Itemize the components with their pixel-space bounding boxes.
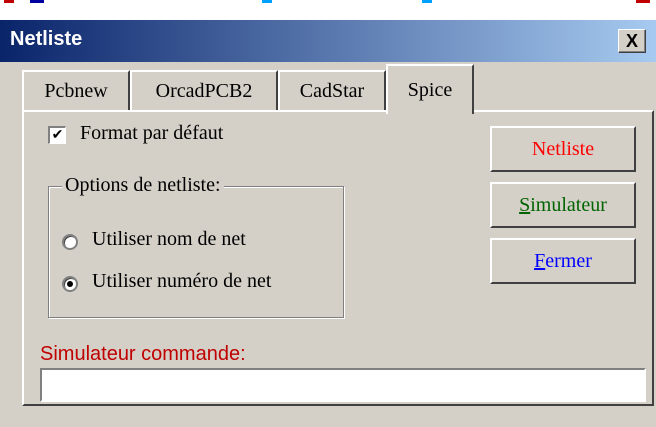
background-mark <box>262 0 272 3</box>
tab-spice[interactable]: Spice <box>386 64 474 114</box>
netlist-options-group <box>48 186 344 318</box>
default-format-label: Format par défaut <box>80 122 224 144</box>
checkmark-icon: ✔ <box>51 127 64 143</box>
fermer-button-label: Fermer <box>534 249 592 272</box>
netliste-button-label: Netliste <box>531 137 595 160</box>
tab-label: CadStar <box>299 79 365 102</box>
default-format-checkbox[interactable]: ✔ <box>48 126 66 144</box>
background-mark <box>4 0 14 3</box>
radio-dot-icon <box>67 281 73 287</box>
group-title: Options de netliste: <box>62 174 224 197</box>
simulateur-button-label: Simulateur <box>519 193 607 216</box>
window-title: Netliste <box>10 28 83 50</box>
fermer-button[interactable]: Fermer <box>490 238 636 284</box>
radio-net-name-label: Utiliser nom de net <box>92 228 246 250</box>
tab-cadstar[interactable]: CadStar <box>278 70 386 110</box>
tab-pcbnew[interactable]: Pcbnew <box>22 70 130 110</box>
tab-label: OrcadPCB2 <box>155 79 253 102</box>
simulator-command-label: Simulateur commande: <box>40 343 246 365</box>
background-mark <box>422 0 432 3</box>
close-icon: X <box>625 30 638 51</box>
netliste-button[interactable]: Netliste <box>490 126 636 172</box>
radio-net-name[interactable] <box>62 234 78 250</box>
tab-label: Spice <box>407 78 453 101</box>
title-bar: Netliste X <box>0 20 656 62</box>
background-mark <box>636 0 650 3</box>
simulateur-button[interactable]: Simulateur <box>490 182 636 228</box>
simulator-command-input[interactable] <box>40 368 646 402</box>
radio-net-number-label: Utiliser numéro de net <box>92 270 272 292</box>
background-mark <box>30 0 44 3</box>
tab-label: Pcbnew <box>44 79 108 102</box>
close-button[interactable]: X <box>618 29 646 53</box>
background-app-strip <box>0 0 656 20</box>
radio-net-number[interactable] <box>62 276 78 292</box>
tab-orcadpcb2[interactable]: OrcadPCB2 <box>130 70 278 110</box>
